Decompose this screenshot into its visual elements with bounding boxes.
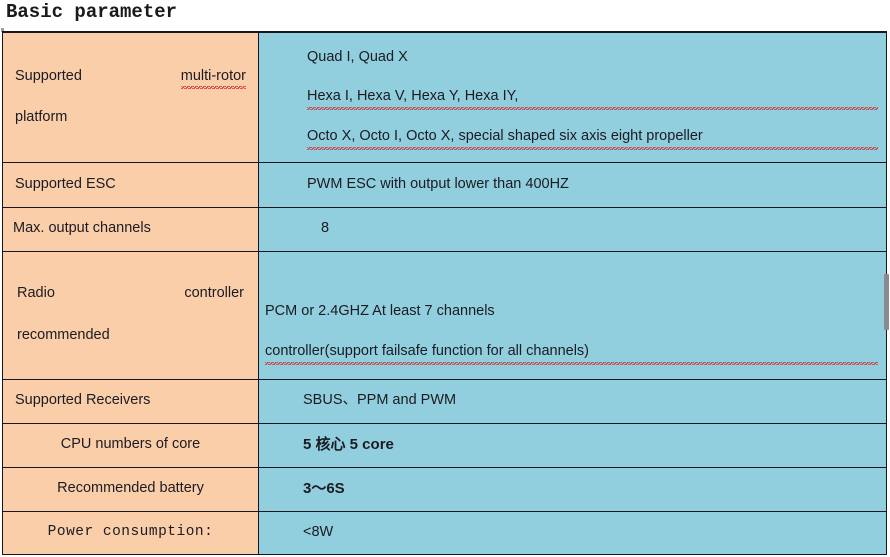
row-value-cell-supported-receivers: SBUS、PPM and PWM bbox=[258, 378, 887, 424]
row-value-cell-max-output-channels: 8 bbox=[258, 206, 887, 252]
table-row: Max. output channels 8 bbox=[2, 206, 887, 252]
row-key-cell-recommended-battery: Recommended battery bbox=[2, 466, 259, 512]
value-line-hexa: Hexa I, Hexa V, Hexa Y, Hexa IY, bbox=[307, 87, 878, 110]
table-row: Power consumption: <8W bbox=[2, 510, 887, 555]
key-text-controller: controller bbox=[184, 285, 244, 302]
value-text-power-consumption: <8W bbox=[303, 523, 334, 540]
table-row: Supported multi-rotor platform Quad I, Q… bbox=[2, 31, 887, 163]
key-justified-line: Supported multi-rotor bbox=[15, 67, 247, 89]
table-row: Radio controller recommended PCM or 2.4G… bbox=[2, 250, 887, 380]
value-line-failsafe: controller(support failsafe function for… bbox=[265, 342, 878, 365]
row-key-cell-supported-esc: Supported ESC bbox=[2, 161, 259, 208]
value-text-recommended-battery: 3～6S bbox=[303, 479, 345, 497]
table-row: CPU numbers of core 5 核心 5 core bbox=[2, 422, 887, 468]
key-text-supported-esc: Supported ESC bbox=[15, 175, 116, 192]
row-key-cell-supported-receivers: Supported Receivers bbox=[2, 378, 259, 424]
row-value-cell-power-consumption: <8W bbox=[258, 510, 887, 555]
row-key-cell-max-output-channels: Max. output channels bbox=[2, 206, 259, 252]
key-text-recommended-battery: Recommended battery bbox=[57, 480, 204, 497]
key-text-recommended: recommended bbox=[17, 327, 110, 343]
row-value-cell-supported-platform: Quad I, Quad X Hexa I, Hexa V, Hexa Y, H… bbox=[258, 31, 887, 163]
page-title: Basic parameter bbox=[6, 1, 178, 23]
key-text-radio: Radio bbox=[17, 285, 55, 302]
key-text-platform: platform bbox=[15, 109, 68, 126]
key-text-cpu-numbers-of-core: CPU numbers of core bbox=[60, 436, 201, 453]
key-text-max-output-channels: Max. output channels bbox=[13, 220, 151, 237]
key-text-power-consumption: Power consumption: bbox=[47, 523, 214, 540]
value-line-quad: Quad I, Quad X bbox=[307, 48, 408, 65]
key-text-supported: Supported bbox=[15, 67, 82, 84]
row-value-cell-radio-controller: PCM or 2.4GHZ At least 7 channels contro… bbox=[258, 250, 887, 380]
key-text-multi-rotor: multi-rotor bbox=[180, 67, 247, 89]
row-key-cell-supported-platform: Supported multi-rotor platform bbox=[2, 31, 259, 163]
key-text-supported-receivers: Supported Receivers bbox=[15, 392, 151, 409]
value-text-supported-receivers: SBUS、PPM and PWM bbox=[303, 392, 457, 409]
row-key-cell-radio-controller: Radio controller recommended bbox=[2, 250, 259, 380]
key-justified-line: Radio controller bbox=[17, 284, 244, 304]
table-row: Supported Receivers SBUS、PPM and PWM bbox=[2, 378, 887, 424]
value-text-supported-esc: PWM ESC with output lower than 400HZ bbox=[307, 175, 569, 192]
row-value-cell-supported-esc: PWM ESC with output lower than 400HZ bbox=[258, 161, 887, 208]
value-text-cpu-numbers-of-core: 5 核心 5 core bbox=[303, 435, 394, 453]
table-row: Recommended battery 3～6S bbox=[2, 466, 887, 512]
row-value-cell-recommended-battery: 3～6S bbox=[258, 466, 887, 512]
basic-parameter-table: Supported multi-rotor platform Quad I, Q… bbox=[2, 31, 887, 555]
value-line-octo: Octo X, Octo I, Octo X, special shaped s… bbox=[307, 127, 878, 150]
value-line-pcm: PCM or 2.4GHZ At least 7 channels bbox=[265, 303, 495, 320]
scrollbar-thumb[interactable] bbox=[884, 274, 889, 330]
value-text-max-output-channels: 8 bbox=[321, 220, 330, 237]
table-row: Supported ESC PWM ESC with output lower … bbox=[2, 161, 887, 208]
row-key-cell-cpu-numbers-of-core: CPU numbers of core bbox=[2, 422, 259, 468]
row-value-cell-cpu-numbers-of-core: 5 核心 5 core bbox=[258, 422, 887, 468]
row-key-cell-power-consumption: Power consumption: bbox=[2, 510, 259, 555]
